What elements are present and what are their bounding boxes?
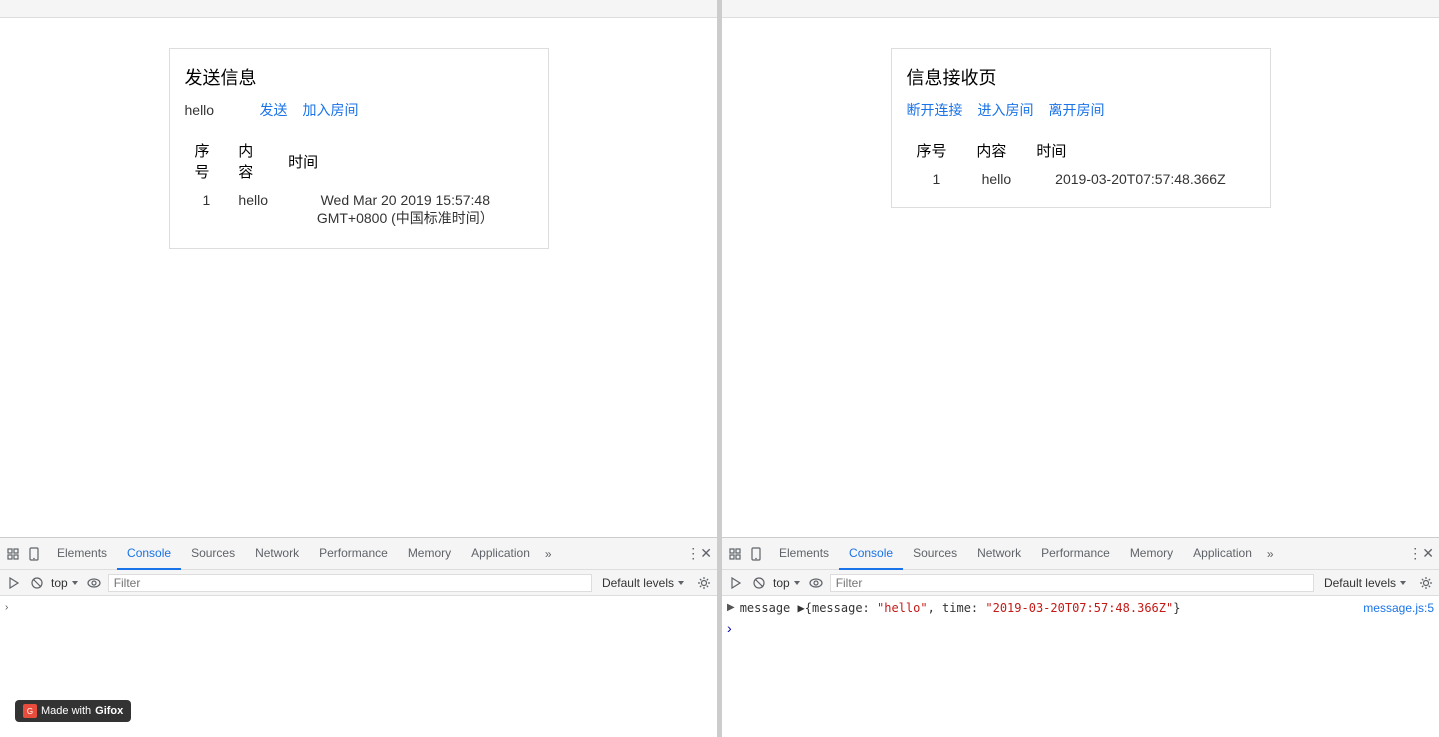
right-console-key: message xyxy=(740,601,791,615)
right-devtools-panel: Elements Console Sources Network Perform… xyxy=(722,537,1439,737)
mobile-icon[interactable] xyxy=(26,546,42,562)
left-page-content: 发送信息 发送 加入房间 序号 内容 时间 1 xyxy=(0,18,717,537)
left-filter-input[interactable] xyxy=(108,574,592,592)
left-row-time: Wed Mar 20 2019 15:57:48 GMT+0800 (中国标准时… xyxy=(278,187,532,233)
right-tab-elements[interactable]: Elements xyxy=(769,538,839,570)
left-tab-network[interactable]: Network xyxy=(245,538,309,570)
leave-room-button[interactable]: 离开房间 xyxy=(1049,100,1105,120)
right-tab-icons xyxy=(727,546,764,562)
right-tab-memory[interactable]: Memory xyxy=(1120,538,1183,570)
left-col-time: 时间 xyxy=(278,135,532,187)
right-devtools-menu[interactable]: ⋮ xyxy=(1408,545,1422,562)
right-message-table: 序号 内容 时间 1 hello 2019-03-20T07:57:48.366… xyxy=(907,135,1255,192)
right-inspect-icon[interactable] xyxy=(727,546,743,562)
right-run-btn[interactable] xyxy=(727,574,745,592)
left-devtools-tabs: Elements Console Sources Network Perform… xyxy=(0,538,717,570)
left-devtools-close[interactable]: ✕ xyxy=(700,545,712,562)
right-console-text: message ▶{message: "hello", time: "2019-… xyxy=(740,601,1364,615)
left-devtools-menu[interactable]: ⋮ xyxy=(686,545,700,562)
join-room-button[interactable]: 加入房间 xyxy=(303,100,359,120)
left-console-prompt-row: › xyxy=(5,599,712,615)
right-console-object: ▶{message: "hello", time: "2019-03-20T07… xyxy=(798,601,1181,615)
right-context-selector[interactable]: top xyxy=(773,576,802,590)
right-filter-input[interactable] xyxy=(830,574,1314,592)
right-devtools-toolbar: top Default levels xyxy=(722,570,1439,596)
right-col-seq: 序号 xyxy=(907,135,967,166)
gifox-label: Made with xyxy=(41,705,91,717)
left-devtools-toolbar: top Default levels xyxy=(0,570,717,596)
right-console-message-row: ▶ message ▶{message: "hello", time: "201… xyxy=(727,599,1434,617)
left-row-seq: 1 xyxy=(185,187,229,233)
left-tab-performance[interactable]: Performance xyxy=(309,538,398,570)
right-console-prompt[interactable]: › xyxy=(727,619,732,636)
left-run-btn[interactable] xyxy=(5,574,23,592)
left-tab-sources[interactable]: Sources xyxy=(181,538,245,570)
right-console-prompt-row: › xyxy=(727,617,1434,638)
send-actions: 发送 加入房间 xyxy=(185,100,533,120)
table-row: 1 hello 2019-03-20T07:57:48.366Z xyxy=(907,166,1255,192)
left-settings-btn[interactable] xyxy=(696,575,712,591)
left-browser-panel: 发送信息 发送 加入房间 序号 内容 时间 1 xyxy=(0,0,718,737)
right-col-time: 时间 xyxy=(1026,135,1254,166)
right-eye-btn[interactable] xyxy=(807,574,825,592)
receive-title: 信息接收页 xyxy=(907,64,1255,90)
table-row: 1 hello Wed Mar 20 2019 15:57:48 GMT+080… xyxy=(185,187,533,233)
left-context-selector[interactable]: top xyxy=(51,576,80,590)
left-col-content: 内容 xyxy=(228,135,278,187)
right-settings-btn[interactable] xyxy=(1418,575,1434,591)
send-title: 发送信息 xyxy=(185,64,533,90)
left-tab-memory[interactable]: Memory xyxy=(398,538,461,570)
right-block-btn[interactable] xyxy=(750,574,768,592)
gifox-brand: Gifox xyxy=(95,705,123,717)
right-tab-performance[interactable]: Performance xyxy=(1031,538,1120,570)
right-col-content: 内容 xyxy=(966,135,1026,166)
left-tab-icons xyxy=(5,546,42,562)
right-tab-sources[interactable]: Sources xyxy=(903,538,967,570)
right-mobile-icon[interactable] xyxy=(748,546,764,562)
left-more-tabs[interactable]: » xyxy=(540,547,557,561)
right-more-tabs[interactable]: » xyxy=(1262,547,1279,561)
right-devtools-tabs: Elements Console Sources Network Perform… xyxy=(722,538,1439,570)
right-row-seq: 1 xyxy=(907,166,967,192)
left-ruler xyxy=(0,0,717,18)
right-row-time: 2019-03-20T07:57:48.366Z xyxy=(1026,166,1254,192)
right-ruler xyxy=(722,0,1439,18)
send-panel: 发送信息 发送 加入房间 序号 内容 时间 1 xyxy=(169,48,549,249)
disconnect-button[interactable]: 断开连接 xyxy=(907,100,963,120)
right-devtools-content: ▶ message ▶{message: "hello", time: "201… xyxy=(722,596,1439,737)
send-button[interactable]: 发送 xyxy=(260,100,288,120)
receive-panel: 信息接收页 断开连接 进入房间 离开房间 序号 内容 时间 xyxy=(891,48,1271,208)
right-console-expand[interactable]: ▶ xyxy=(727,601,735,613)
inspect-icon[interactable] xyxy=(5,546,21,562)
right-devtools-close[interactable]: ✕ xyxy=(1422,545,1434,562)
left-row-content: hello xyxy=(228,187,278,233)
right-tab-console[interactable]: Console xyxy=(839,538,903,570)
gifox-badge: G Made with Gifox xyxy=(15,700,131,722)
left-message-table: 序号 内容 时间 1 hello Wed Mar 20 2019 15:57:4… xyxy=(185,135,533,233)
gifox-logo: G xyxy=(23,704,37,718)
left-tab-application[interactable]: Application xyxy=(461,538,540,570)
right-row-content: hello xyxy=(966,166,1026,192)
left-tab-console[interactable]: Console xyxy=(117,538,181,570)
left-tab-elements[interactable]: Elements xyxy=(47,538,117,570)
right-console-link[interactable]: message.js:5 xyxy=(1363,601,1434,615)
left-block-btn[interactable] xyxy=(28,574,46,592)
left-console-arrow[interactable]: › xyxy=(5,601,8,613)
left-default-levels[interactable]: Default levels xyxy=(602,576,686,590)
message-input[interactable] xyxy=(185,102,245,118)
right-page-content: 信息接收页 断开连接 进入房间 离开房间 序号 内容 时间 xyxy=(722,18,1439,537)
right-tab-network[interactable]: Network xyxy=(967,538,1031,570)
right-browser-panel: 信息接收页 断开连接 进入房间 离开房间 序号 内容 时间 xyxy=(722,0,1439,737)
right-default-levels[interactable]: Default levels xyxy=(1324,576,1408,590)
right-tab-application[interactable]: Application xyxy=(1183,538,1262,570)
left-col-seq: 序号 xyxy=(185,135,229,187)
left-eye-btn[interactable] xyxy=(85,574,103,592)
receive-actions: 断开连接 进入房间 离开房间 xyxy=(907,100,1255,120)
enter-room-button[interactable]: 进入房间 xyxy=(978,100,1034,120)
